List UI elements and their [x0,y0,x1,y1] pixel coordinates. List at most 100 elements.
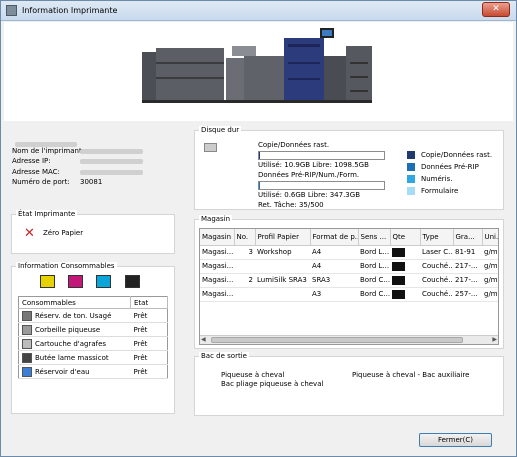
output-item: Piqueuse à cheval [221,371,285,379]
magasin-table: Magasin No. Profil Papier Format de p...… [200,229,498,302]
scroll-left-icon[interactable]: ◀ [201,336,206,343]
window-close-button[interactable]: ✕ [482,2,510,17]
consumable-name: Butée lame massicot [35,353,109,362]
toner-magenta-icon [68,275,84,288]
printer-illustration [142,28,372,103]
table-row[interactable]: Réserv. de ton. Usagé Prêt [18,308,168,323]
prerip-usage-text: Utilisé: 0.6GB Libre: 347.3GB [258,191,360,199]
table-row[interactable]: Magasi... A3 Bord C... Couché... 257-... g/m² [200,287,498,302]
consumables-table: Consommables Etat Réserv. de ton. Usagé P… [18,296,168,379]
toner-yellow-icon [40,275,55,288]
toner-waste-icon [22,310,32,321]
col-type[interactable]: Type [420,229,454,246]
table-row[interactable]: Butée lame massicot Prêt [18,350,168,365]
output-item: Piqueuse à cheval - Bac auxiliaire [352,371,470,379]
mac-address-redacted [80,170,143,175]
table-row[interactable]: Magasi... 2 LumiSilk SRA3 SRA3 Bord C... Couc… [200,273,498,288]
copy-label: Copie/Données rast. [258,141,330,149]
consumable-state: Prêt [130,322,168,337]
col-no[interactable]: No. [234,229,256,246]
col-unite[interactable]: Uni... [482,229,498,246]
cell: Bord C... [358,287,390,302]
cell: 217-... [453,273,482,288]
paper-level-icon [392,261,405,271]
consumable-state: Prêt [130,350,168,365]
title-bar: Information Imprimante ✕ [1,1,516,21]
output-legend: Bac de sortie [199,352,249,360]
legend-label-form: Formulaire [421,187,459,195]
cell: g/m² [482,245,498,260]
error-x-icon: ✕ [24,226,35,241]
cell [234,287,255,302]
cell [234,259,255,274]
cell: 81-91 [453,245,482,260]
cell [390,259,420,274]
disk-icon [204,143,217,152]
cell: Workshop [255,245,310,260]
col-magasin[interactable]: Magasin [200,229,235,246]
legend-label-copy: Copie/Données rast. [421,151,493,159]
cell [390,245,420,260]
cell: g/m² [482,273,498,288]
printer-name-redacted [80,149,143,154]
output-tray-panel: Bac de sortie Piqueuse à cheval Piqueuse… [194,352,504,416]
col-profil[interactable]: Profil Papier [255,229,311,246]
ip-address-redacted [80,159,143,164]
table-row[interactable]: Magasi... A4 Bord L... Couché... 217-... g/m² [200,259,498,274]
close-button[interactable]: Fermer(C) [419,433,492,447]
consumable-name: Réserv. de ton. Usagé [35,311,112,320]
horizontal-scrollbar[interactable]: ◀ ▶ [200,335,498,344]
cell: 217-... [453,259,482,274]
consumables-panel: Information Consommables Consommables Et… [11,262,175,414]
cell: LumiSilk SRA3 [255,273,310,288]
disk-legend: Disque dur [199,126,242,134]
scrollbar-thumb[interactable] [211,337,463,343]
cell: SRA3 [310,273,358,288]
table-row[interactable]: Réservoir d'eau Prêt [18,364,168,379]
cell: Couché... [420,259,453,274]
paper-level-icon [392,289,405,299]
consumable-state: Prêt [130,364,168,379]
col-sens[interactable]: Sens ... [358,229,391,246]
table-row[interactable]: Magasi... 3 Workshop A4 Bord L... Laser C... 8… [200,245,498,260]
magasin-panel: Magasin Magasin No. Profil Papier Format… [194,215,504,349]
consumable-state: Prêt [130,336,168,351]
mac-address-label: Adresse MAC: [12,168,60,176]
cell: A4 [310,245,358,260]
scroll-right-icon[interactable]: ▶ [492,336,497,343]
port-number-value: 30081 [80,178,103,186]
cell: g/m² [482,287,498,302]
col-qte[interactable]: Qte [390,229,421,246]
table-row[interactable]: Corbeille piqueuse Prêt [18,322,168,337]
copy-usage-text: Utilisé: 10.9GB Libre: 1098.5GB [258,161,369,169]
cell: g/m² [482,259,498,274]
magasin-table-container: Magasin No. Profil Papier Format de p...… [199,228,499,345]
legend-swatch-copy [407,151,415,159]
consumables-col-state: Etat [130,296,168,309]
cell: A3 [310,287,358,302]
printer-status-panel: État Imprimante ✕ Zéro Papier [11,210,175,254]
cell: 2 [234,273,255,288]
copy-usage-bar [258,151,385,160]
cell: Bord L... [358,259,390,274]
cell: Magasi... [200,259,234,274]
cell: 3 [234,245,255,260]
col-format[interactable]: Format de p... [310,229,359,246]
status-legend: État Imprimante [16,210,78,218]
magasin-legend: Magasin [199,215,233,223]
toner-icons-row [40,275,140,290]
cell: Magasi... [200,273,234,288]
window-title: Information Imprimante [22,6,118,15]
table-row[interactable]: Cartouche d'agrafes Prêt [18,336,168,351]
cell: Couché... [420,287,453,302]
port-number-label: Numéro de port: [12,178,70,186]
retained-jobs-text: Ret. Tâche: 35/500 [258,201,324,209]
consumable-name: Réservoir d'eau [35,367,90,376]
consumable-name: Cartouche d'agrafes [35,339,107,348]
legend-swatch-prerip [407,163,415,171]
col-grammage[interactable]: Gra... [453,229,483,246]
toner-black-icon [124,275,140,288]
consumable-name: Corbeille piqueuse [35,325,101,334]
cell: Magasi... [200,245,234,260]
cell: 257-... [453,287,482,302]
